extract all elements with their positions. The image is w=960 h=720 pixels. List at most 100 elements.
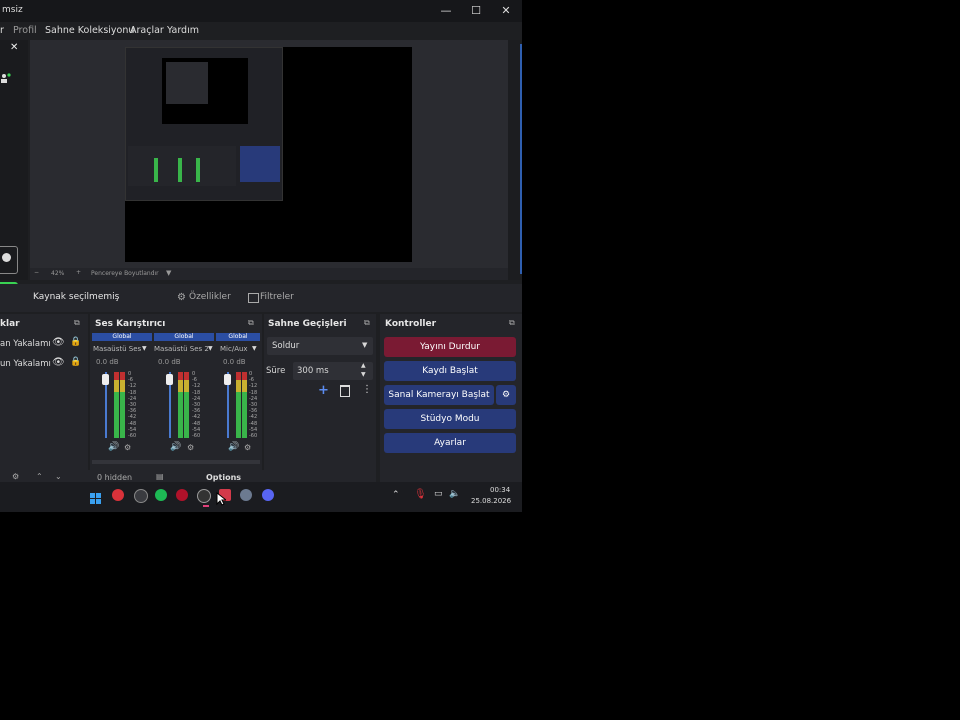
eye-icon[interactable]: 👁 bbox=[52, 337, 65, 348]
menu-item-scene-collection[interactable]: Sahne Koleksiyonu bbox=[45, 25, 134, 36]
obs-window: msiz — ☐ ✕ r Profil Sahne Koleksiyonu Ar… bbox=[0, 0, 522, 512]
source-name: un Yakalamı bbox=[0, 359, 51, 369]
windows-start-icon[interactable] bbox=[90, 490, 102, 504]
channel-db: 0.0 dB bbox=[223, 358, 246, 366]
vcam-settings-button[interactable]: ⚙ bbox=[496, 385, 516, 405]
properties-button[interactable]: Özellikler bbox=[189, 292, 231, 302]
tray-chevron-up-icon[interactable]: ⌃ bbox=[392, 490, 400, 500]
nested-nested-image bbox=[166, 62, 208, 104]
move-up-icon[interactable]: ⌃ bbox=[36, 472, 43, 481]
duration-spinbox[interactable]: 300 ms ▲ ▼ bbox=[293, 362, 373, 380]
mixer-scrollbar[interactable] bbox=[92, 460, 260, 464]
close-window-button[interactable]: ✕ bbox=[492, 2, 520, 20]
studio-mode-button[interactable]: Stüdyo Modu bbox=[384, 409, 516, 429]
settings-app-icon[interactable] bbox=[240, 489, 252, 501]
minimize-button[interactable]: — bbox=[432, 2, 460, 20]
meter-scale: 0 -6 -12 -18 -24 -30 -36 -42 -48 -54 -60 bbox=[192, 371, 201, 440]
list-item[interactable]: un Yakalamı 👁 🔒 bbox=[0, 356, 88, 372]
speaker-icon[interactable]: 🔊 bbox=[228, 442, 239, 452]
speaker-icon[interactable]: 🔊 bbox=[108, 442, 119, 452]
spotify-icon[interactable] bbox=[155, 489, 167, 501]
undock-icon[interactable]: ⧉ bbox=[248, 318, 254, 328]
lock-icon[interactable]: 🔒 bbox=[70, 337, 81, 347]
audio-settings-icon[interactable]: ⚙ bbox=[187, 443, 194, 452]
list-item[interactable]: an Yakalamı 👁 🔒 bbox=[0, 336, 88, 352]
dock-close-icon[interactable]: ✕ bbox=[10, 42, 18, 53]
audio-settings-icon[interactable]: ⚙ bbox=[124, 443, 131, 452]
chevron-down-icon[interactable]: ▼ bbox=[166, 269, 171, 277]
menu-item-profile[interactable]: Profil bbox=[13, 25, 37, 36]
zoom-out-button[interactable]: − bbox=[34, 269, 39, 276]
undock-icon[interactable]: ⧉ bbox=[74, 318, 80, 328]
meter-scale: 0 -6 -12 -18 -24 -30 -36 -42 -48 -54 -60 bbox=[128, 371, 137, 440]
obs-icon[interactable] bbox=[197, 489, 211, 503]
microphone-icon[interactable]: 🎙 bbox=[414, 489, 427, 500]
people-icon[interactable] bbox=[1, 68, 11, 83]
settings-button[interactable]: Ayarlar bbox=[384, 433, 516, 453]
audio-settings-icon[interactable]: ⚙ bbox=[244, 443, 251, 452]
gear-icon[interactable]: ⚙ bbox=[12, 472, 19, 481]
app-icon[interactable] bbox=[112, 489, 124, 501]
level-meter bbox=[120, 372, 125, 438]
channel-name: Mic/Aux bbox=[220, 345, 248, 353]
mixer-options-button[interactable]: Options bbox=[206, 473, 241, 482]
duration-label: Süre bbox=[266, 366, 286, 376]
filter-icon bbox=[248, 293, 259, 303]
spin-down-icon[interactable]: ▼ bbox=[361, 371, 366, 378]
transition-select[interactable]: Soldur ▼ bbox=[267, 337, 373, 355]
chevron-down-icon[interactable]: ▼ bbox=[252, 345, 257, 352]
more-icon[interactable]: ⋮ bbox=[362, 384, 372, 395]
chevron-down-icon[interactable]: ▼ bbox=[208, 345, 213, 352]
volume-icon[interactable]: 🔈 bbox=[449, 489, 460, 499]
chat-dock-box[interactable] bbox=[0, 246, 18, 274]
app-icon[interactable] bbox=[134, 489, 148, 503]
source-toolbar: Kaynak seçilmemiş ⚙ Özellikler Filtreler bbox=[0, 284, 522, 312]
gear-icon: ⚙ bbox=[177, 292, 186, 303]
mouse-cursor-icon bbox=[216, 492, 226, 506]
channel-name: Masaüstü Ses 2 bbox=[154, 345, 209, 353]
menu-item-partial[interactable]: r bbox=[0, 25, 4, 36]
mixer-layout-icon[interactable]: ▤ bbox=[156, 472, 164, 481]
window-title: msiz bbox=[2, 5, 23, 15]
zoom-in-button[interactable]: + bbox=[76, 269, 81, 276]
filters-button[interactable]: Filtreler bbox=[260, 292, 294, 302]
speaker-icon[interactable]: 🔊 bbox=[170, 442, 181, 452]
opera-icon[interactable] bbox=[176, 489, 188, 501]
transitions-title: Sahne Geçişleri bbox=[268, 319, 347, 329]
title-bar: msiz — ☐ ✕ bbox=[0, 0, 522, 22]
sources-title: klar bbox=[0, 319, 20, 329]
audio-mixer-dock: Ses Karıştırıcı ⧉ Global Global Global M… bbox=[90, 314, 262, 482]
stop-streaming-button[interactable]: Yayını Durdur bbox=[384, 337, 516, 357]
move-down-icon[interactable]: ⌄ bbox=[55, 472, 62, 481]
spin-up-icon[interactable]: ▲ bbox=[361, 362, 366, 369]
menu-item-help[interactable]: Yardım bbox=[167, 25, 199, 36]
trash-icon[interactable] bbox=[340, 385, 350, 397]
undock-icon[interactable]: ⧉ bbox=[509, 318, 515, 328]
chevron-down-icon[interactable]: ▼ bbox=[142, 345, 147, 352]
start-virtual-camera-button[interactable]: Sanal Kamerayı Başlat bbox=[384, 385, 494, 405]
menu-item-tools[interactable]: Araçlar bbox=[130, 25, 164, 36]
eye-icon[interactable]: 👁 bbox=[52, 357, 65, 368]
channel-badge: Global bbox=[216, 333, 260, 341]
fader-knob[interactable] bbox=[166, 374, 173, 385]
fader-knob[interactable] bbox=[224, 374, 231, 385]
clock-date[interactable]: 25.08.2026 bbox=[471, 497, 511, 505]
zoom-percent: 42% bbox=[51, 270, 65, 277]
maximize-button[interactable]: ☐ bbox=[462, 2, 490, 20]
discord-icon[interactable] bbox=[262, 489, 274, 501]
start-recording-button[interactable]: Kaydı Başlat bbox=[384, 361, 516, 381]
undock-icon[interactable]: ⧉ bbox=[364, 318, 370, 328]
chevron-down-icon: ▼ bbox=[362, 341, 368, 349]
scene-transitions-dock: Sahne Geçişleri ⧉ Soldur ▼ Süre 300 ms ▲… bbox=[264, 314, 376, 482]
duration-value: 300 ms bbox=[297, 366, 329, 376]
zoom-mode-select[interactable]: Pencereye Boyutlandır bbox=[91, 270, 159, 277]
gear-icon: ⚙ bbox=[501, 390, 511, 400]
lock-icon[interactable]: 🔒 bbox=[70, 357, 81, 367]
fader-knob[interactable] bbox=[102, 374, 109, 385]
clock-time[interactable]: 00:34 bbox=[490, 486, 510, 494]
active-indicator bbox=[203, 505, 209, 507]
network-icon[interactable]: ▭ bbox=[434, 489, 443, 499]
preview-scrollbar[interactable] bbox=[508, 40, 522, 280]
add-transition-icon[interactable]: + bbox=[318, 383, 329, 398]
mixer-title: Ses Karıştırıcı bbox=[95, 319, 166, 329]
